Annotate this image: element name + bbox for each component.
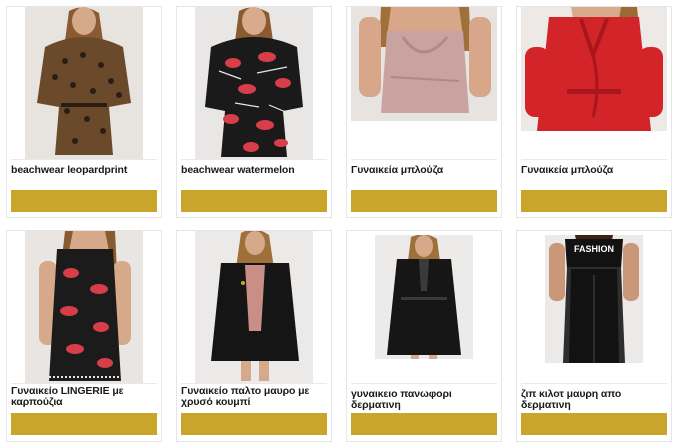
add-to-cart-button[interactable] xyxy=(11,413,157,435)
product-photo[interactable] xyxy=(347,7,501,121)
add-to-cart-button[interactable] xyxy=(521,413,667,435)
add-to-cart-button[interactable] xyxy=(181,413,327,435)
add-to-cart-button[interactable] xyxy=(521,190,667,212)
card-divider xyxy=(181,159,327,160)
product-title[interactable]: Γυναικεία μπλούζα xyxy=(521,165,669,176)
black-coat-model-image xyxy=(195,231,313,383)
add-to-cart-button[interactable] xyxy=(11,190,157,212)
card-divider xyxy=(521,159,667,160)
product-photo[interactable] xyxy=(7,231,161,383)
product-photo[interactable] xyxy=(177,231,331,383)
product-photo[interactable]: FASHION xyxy=(517,231,671,383)
product-photo[interactable] xyxy=(7,7,161,159)
product-photo[interactable] xyxy=(177,7,331,159)
card-divider xyxy=(11,159,157,160)
product-card[interactable]: beachwear leopardprint xyxy=(6,6,162,218)
card-divider xyxy=(351,383,497,384)
leopard-dress-model-image xyxy=(25,7,143,159)
card-divider xyxy=(521,383,667,384)
product-title[interactable]: ζιπ κιλοτ μαυρη απο δερματινη xyxy=(521,389,669,411)
product-photo[interactable] xyxy=(517,7,671,131)
watermelon-dress-model-image xyxy=(195,7,313,159)
product-title[interactable]: beachwear watermelon xyxy=(181,165,329,176)
satin-top-model-image xyxy=(351,7,497,121)
card-divider xyxy=(11,383,157,384)
leather-coat-model-image xyxy=(375,235,473,359)
card-divider xyxy=(181,383,327,384)
add-to-cart-button[interactable] xyxy=(351,413,497,435)
product-card[interactable]: Γυναικεία μπλούζα xyxy=(346,6,502,218)
black-jumpsuit-model-image: FASHION xyxy=(545,235,643,363)
card-divider xyxy=(351,159,497,160)
product-title[interactable]: beachwear leopardprint xyxy=(11,165,159,176)
add-to-cart-button[interactable] xyxy=(181,190,327,212)
watermelon-lingerie-model-image xyxy=(25,231,143,383)
product-card[interactable]: γυναικειο πανωφορι δερματινη xyxy=(346,230,502,442)
product-title[interactable]: Γυναικείο παλτο μαυρο με χρυσό κουμπί xyxy=(181,386,329,408)
fashion-shirt-text: FASHION xyxy=(574,244,614,254)
product-title[interactable]: Γυναικεία μπλούζα xyxy=(351,165,499,176)
product-card[interactable]: FASHION ζιπ κιλοτ μαυρη απο δερματινη xyxy=(516,230,672,442)
red-ruffle-blouse-model-image xyxy=(521,7,667,131)
add-to-cart-button[interactable] xyxy=(351,190,497,212)
product-title[interactable]: γυναικειο πανωφορι δερματινη xyxy=(351,389,499,411)
product-card[interactable]: Γυναικείο παλτο μαυρο με χρυσό κουμπί xyxy=(176,230,332,442)
product-card[interactable]: Γυναικεία μπλούζα xyxy=(516,6,672,218)
product-card[interactable]: Γυναικείο LINGERIE με καρπούζια xyxy=(6,230,162,442)
product-grid: beachwear leopardprint beachwear waterme… xyxy=(0,0,680,447)
product-card[interactable]: beachwear watermelon xyxy=(176,6,332,218)
product-title[interactable]: Γυναικείο LINGERIE με καρπούζια xyxy=(11,386,159,408)
product-photo[interactable] xyxy=(347,231,501,383)
